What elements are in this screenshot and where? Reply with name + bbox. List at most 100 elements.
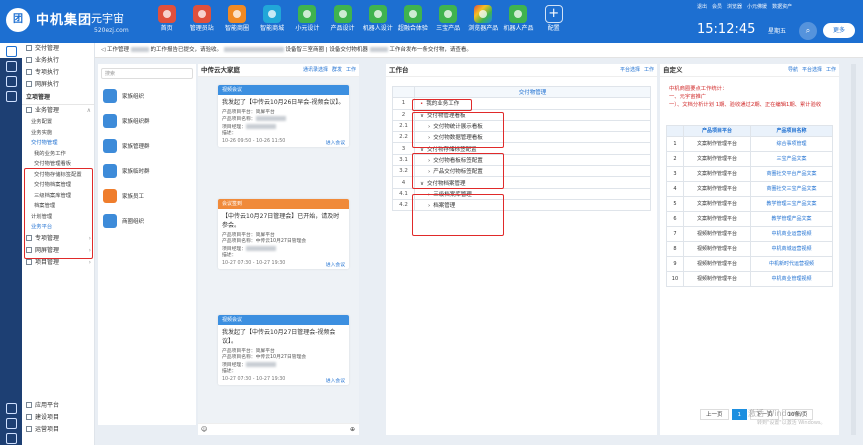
contact-item[interactable]: 家族员工 [98, 183, 196, 208]
nav-label: 智能商城 [260, 25, 285, 32]
rail-icon[interactable] [0, 58, 22, 73]
rail-icon[interactable] [0, 88, 22, 103]
tool-button[interactable]: 群发 [332, 64, 342, 77]
windows-watermark-sub: 转到"设置"以激活 Windows。 [757, 420, 826, 426]
custom-row-project[interactable]: 中机商城运营视频 [750, 241, 833, 257]
folder-icon [26, 81, 32, 87]
custom-row-num: 2 [666, 151, 684, 167]
sidebar-item-top-1[interactable]: 业务执行 [22, 55, 94, 67]
top-link[interactable]: 数据资产 [772, 3, 792, 10]
join-meeting-link[interactable]: 进入会议 [326, 261, 345, 268]
emoji-icon[interactable]: ☺ [201, 426, 207, 433]
custom-row[interactable]: 9 视频制作管理平台 中机新时代运营视频 [666, 256, 833, 272]
folder-icon [26, 45, 32, 51]
card-message: 【中传云10月27日管理会】已开始，请及时参会。 [222, 213, 340, 229]
contact-item[interactable]: 家族管理群 [98, 133, 196, 158]
prev-page-button[interactable]: 上一页 [700, 409, 729, 420]
join-meeting-link[interactable]: 进入会议 [326, 139, 345, 146]
nav-item-11[interactable]: + 配置 [536, 3, 571, 33]
contacts-search-input[interactable]: 搜索 [101, 68, 193, 79]
tool-button[interactable]: 平台选择 [620, 64, 640, 77]
custom-row[interactable]: 1 文案制作管理平台 综合事项管理 [666, 136, 833, 152]
custom-row-project[interactable]: 三宝产品文案 [750, 151, 833, 167]
sidebar-item-top-3[interactable]: 网屏执行 [22, 79, 94, 91]
tool-button[interactable]: 通讯录选择 [303, 64, 328, 77]
rail-icon[interactable] [0, 430, 22, 445]
top-link[interactable]: 会员 [712, 3, 722, 10]
nav-item-5[interactable]: 产品设计 [325, 3, 360, 33]
nav-item-6[interactable]: 机器人设计 [360, 3, 395, 33]
nav-item-4[interactable]: 小元设计 [290, 3, 325, 33]
custom-row[interactable]: 6 文案制作管理平台 教学管理产品文案 [666, 211, 833, 227]
contact-item[interactable]: 家族组织群 [98, 108, 196, 133]
contact-item[interactable]: 商圈组织 [98, 208, 196, 233]
rail-icon[interactable] [0, 73, 22, 88]
page-1-button[interactable]: 1 [731, 409, 748, 420]
nav-item-10[interactable]: 机器人产品 [501, 3, 536, 33]
brand-logo[interactable]: 团 [6, 8, 30, 32]
stats-text: 中机商圈要点工作统计： 一、元宇宙推广 一）、文档分析计划 1期、验收通过2期、正在… [660, 77, 839, 109]
nav-item-8[interactable]: 三宝产品 [431, 3, 466, 33]
contact-item[interactable]: 家族临时群 [98, 158, 196, 183]
top-link[interactable]: 浏览器 [727, 3, 742, 10]
chat-card: 会议签到 【中传云10月27日管理会】已开始，请及时参会。 产品项目平台：简屏平台产… [218, 199, 349, 270]
sidebar-sub[interactable]: 业务实施 [22, 128, 94, 139]
tool-button[interactable]: 工作 [346, 64, 356, 77]
top-link[interactable]: 退出 [697, 3, 707, 10]
chat-input-bar[interactable]: ☺ ⊕ [198, 423, 359, 435]
custom-row[interactable]: 4 文案制作管理平台 商圈社交三宝产品文案 [666, 181, 833, 197]
sidebar-item-top-0[interactable]: 交付管理 [22, 43, 94, 55]
search-button[interactable]: ⌕ [799, 22, 817, 40]
custom-row-project[interactable]: 中机商业管理视频 [750, 271, 833, 287]
sidebar-group-business[interactable]: 业务管理 ∧ [22, 105, 94, 117]
nav-item-7[interactable]: 超融合体验 [395, 3, 430, 33]
tool-button[interactable]: 工作 [826, 64, 836, 77]
folder-icon [26, 258, 32, 265]
custom-row[interactable]: 3 文案制作管理平台 商圈社交平台产品文案 [666, 166, 833, 182]
custom-row[interactable]: 2 文案制作管理平台 三宝产品文案 [666, 151, 833, 167]
sidebar-sub-deliver[interactable]: 交付物管理 [22, 138, 94, 149]
nav-item-3[interactable]: 智能商城 [255, 3, 290, 33]
sidebar-item-top-2[interactable]: 专项执行 [22, 67, 94, 79]
sidebar-item-bottom-1[interactable]: 建设项目 [22, 412, 94, 424]
scrollbar[interactable] [851, 64, 856, 435]
highlight-box-sidebar [24, 168, 93, 259]
rail-icon[interactable] [0, 43, 22, 58]
tool-button[interactable]: 导航 [788, 64, 798, 77]
custom-row-project[interactable]: 教学管理三宝产品文案 [750, 196, 833, 212]
rail-icon[interactable] [0, 400, 22, 415]
sidebar-item-label: 业务执行 [35, 57, 60, 64]
nav-label: 小元设计 [295, 25, 320, 32]
sidebar-item-bottom-0[interactable]: 应用平台 [22, 400, 94, 412]
custom-row[interactable]: 10 视频制作管理平台 中机商业管理视频 [666, 271, 833, 287]
tool-button[interactable]: 平台选择 [802, 64, 822, 77]
custom-row-project[interactable]: 教学管理产品文案 [750, 211, 833, 227]
product-icon [333, 5, 352, 23]
nav-item-2[interactable]: 智能商圈 [219, 3, 254, 33]
weekday: 星期五 [768, 28, 787, 35]
custom-row-project[interactable]: 商圈社交三宝产品文案 [750, 181, 833, 197]
nav-item-1[interactable]: 管理员站 [184, 3, 219, 33]
custom-row-platform: 视频制作管理平台 [682, 226, 752, 242]
custom-row-project[interactable]: 中机新时代运营视频 [750, 256, 833, 272]
contact-item[interactable]: 家族组织 [98, 83, 196, 108]
custom-row-platform: 文案制作管理平台 [682, 151, 752, 167]
rail-icon[interactable] [0, 415, 22, 430]
tool-button[interactable]: 工作 [644, 64, 654, 77]
sidebar-deliver-sub[interactable]: 我的业务工作 [22, 149, 94, 160]
custom-row[interactable]: 7 视频制作管理平台 中机商业运营视频 [666, 226, 833, 242]
sidebar-sub[interactable]: 业务配置 [22, 117, 94, 128]
custom-row-project[interactable]: 综合事项管理 [750, 136, 833, 152]
custom-row-project[interactable]: 商圈社交平台产品文案 [750, 166, 833, 182]
nav-item-9[interactable]: 浏览器产品 [466, 3, 501, 33]
more-button[interactable]: 更多 [823, 23, 855, 38]
custom-row[interactable]: 8 视频制作管理平台 中机商城运营视频 [666, 241, 833, 257]
join-meeting-link[interactable]: 进入会议 [326, 377, 345, 384]
custom-row-project[interactable]: 中机商业运营视频 [750, 226, 833, 242]
custom-row[interactable]: 5 文案制作管理平台 教学管理三宝产品文案 [666, 196, 833, 212]
add-icon[interactable]: ⊕ [350, 424, 355, 436]
top-link[interactable]: 小元佛媛 [747, 3, 767, 10]
sidebar-item-bottom-2[interactable]: 运营项目 [22, 424, 94, 436]
nav-item-0[interactable]: 首页 [149, 3, 184, 33]
card-footer: 10-27 07:30 - 10-27 19:30 进入会议 [218, 375, 349, 385]
